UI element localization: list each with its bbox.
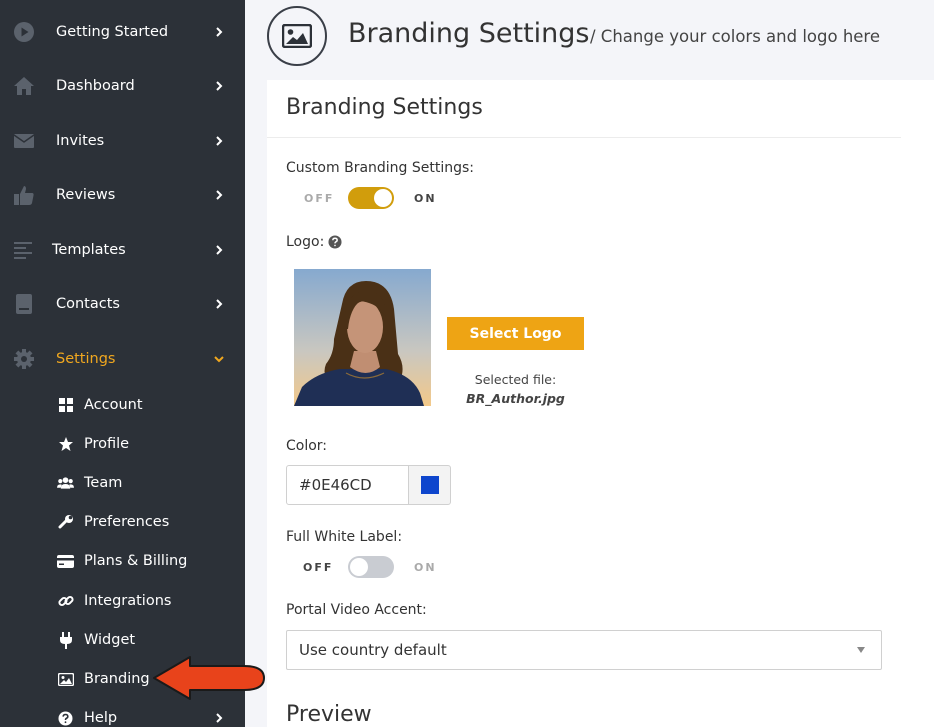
- sidebar-item-reviews[interactable]: Reviews: [0, 175, 245, 215]
- color-picker-button[interactable]: [408, 465, 451, 505]
- chevron-right-icon: [216, 190, 223, 200]
- video-accent-label: Portal Video Accent:: [286, 602, 427, 618]
- white-label-toggle[interactable]: [348, 556, 394, 578]
- header-icon: [267, 6, 327, 66]
- color-swatch: [420, 476, 439, 494]
- sidebar-subitem-label: Profile: [84, 436, 130, 452]
- chevron-right-icon: [216, 299, 223, 309]
- sidebar-subitem-integrations[interactable]: Integrations: [0, 586, 245, 616]
- sidebar-item-templates[interactable]: Templates: [0, 230, 245, 270]
- sidebar-item-invites[interactable]: Invites: [0, 121, 245, 161]
- align-left-icon: [13, 239, 35, 261]
- chevron-right-icon: [216, 713, 223, 723]
- divider: [267, 137, 901, 138]
- image-icon: [282, 24, 312, 48]
- play-circle-icon: [13, 21, 35, 43]
- chevron-right-icon: [216, 136, 223, 146]
- wrench-icon: [57, 514, 74, 531]
- sidebar-subitem-label: Widget: [84, 632, 136, 648]
- sidebar-item-contacts[interactable]: Contacts: [0, 284, 245, 324]
- gear-icon: [13, 348, 35, 370]
- sidebar-subitem-preferences[interactable]: Preferences: [0, 507, 245, 537]
- credit-card-icon: [57, 553, 74, 570]
- sidebar-subitem-help[interactable]: Help: [0, 703, 245, 727]
- thumbs-up-icon: [13, 184, 35, 206]
- sidebar-subitem-label: Help: [84, 710, 118, 726]
- sidebar-subitem-label: Team: [84, 475, 123, 491]
- chevron-down-icon: [214, 356, 224, 363]
- link-icon: [57, 593, 74, 610]
- sidebar-subitem-team[interactable]: Team: [0, 468, 245, 498]
- sidebar-subitem-account[interactable]: Account: [0, 390, 245, 420]
- color-hex-input[interactable]: [286, 465, 409, 505]
- sidebar-subitem-profile[interactable]: Profile: [0, 429, 245, 459]
- sidebar-subitem-label: Branding: [84, 671, 150, 687]
- sidebar-subitem-label: Integrations: [84, 593, 172, 609]
- caret-down-icon: [857, 647, 865, 653]
- sidebar-item-label: Reviews: [56, 187, 116, 203]
- selected-file-name: BR_Author.jpg: [466, 391, 565, 406]
- sidebar-item-label: Contacts: [56, 296, 120, 312]
- annotation-arrow-icon: [153, 656, 265, 700]
- sidebar-item-getting-started[interactable]: Getting Started: [0, 12, 245, 52]
- home-icon: [13, 75, 35, 97]
- sidebar-item-label: Templates: [52, 242, 126, 258]
- sidebar-item-label: Dashboard: [56, 78, 135, 94]
- logo-preview-image: [294, 269, 431, 406]
- toggle-off-label: OFF: [304, 192, 335, 205]
- sidebar-item-label: Invites: [56, 133, 105, 149]
- address-book-icon: [13, 293, 35, 315]
- sidebar-subitem-plans-billing[interactable]: Plans & Billing: [0, 546, 245, 576]
- sidebar-subitem-label: Preferences: [84, 514, 170, 530]
- image-icon: [57, 671, 74, 688]
- white-label-label: Full White Label:: [286, 529, 403, 545]
- sidebar-subitem-label: Account: [84, 397, 143, 413]
- sidebar-item-settings[interactable]: Settings: [0, 339, 245, 379]
- sidebar-item-label: Settings: [56, 351, 116, 367]
- video-accent-value: Use country default: [299, 641, 447, 659]
- custom-branding-label: Custom Branding Settings:: [286, 160, 475, 176]
- users-icon: [57, 475, 74, 492]
- toggle-knob: [374, 189, 392, 207]
- page-title: Branding Settings: [348, 18, 590, 49]
- toggle-on-label: ON: [414, 561, 437, 574]
- preview-title: Preview: [286, 702, 372, 727]
- sidebar-item-label: Getting Started: [56, 24, 169, 40]
- selected-file-label: Selected file:: [474, 372, 557, 387]
- sidebar-subitem-label: Plans & Billing: [84, 553, 188, 569]
- star-icon: [57, 436, 74, 453]
- question-circle-icon: [57, 710, 74, 727]
- logo-label: Logo:: [286, 234, 325, 250]
- sidebar-subitem-widget[interactable]: Widget: [0, 625, 245, 655]
- sidebar: Getting Started Dashboard Invites Review…: [0, 0, 245, 727]
- question-circle-icon[interactable]: [328, 235, 342, 249]
- branding-settings-panel: Branding Settings Custom Branding Settin…: [267, 80, 934, 727]
- panel-title: Branding Settings: [286, 95, 483, 120]
- color-label: Color:: [286, 438, 328, 454]
- chevron-right-icon: [216, 27, 223, 37]
- envelope-icon: [13, 130, 35, 152]
- toggle-off-label: OFF: [303, 561, 334, 574]
- grid-icon: [57, 397, 74, 414]
- sidebar-item-dashboard[interactable]: Dashboard: [0, 66, 245, 106]
- chevron-right-icon: [216, 245, 223, 255]
- toggle-knob: [350, 558, 368, 576]
- custom-branding-toggle[interactable]: [348, 187, 394, 209]
- select-logo-button[interactable]: Select Logo: [447, 317, 584, 350]
- page-subtitle: / Change your colors and logo here: [590, 27, 880, 46]
- chevron-right-icon: [216, 81, 223, 91]
- plug-icon: [57, 631, 74, 649]
- video-accent-select[interactable]: Use country default: [286, 630, 882, 670]
- toggle-on-label: ON: [414, 192, 437, 205]
